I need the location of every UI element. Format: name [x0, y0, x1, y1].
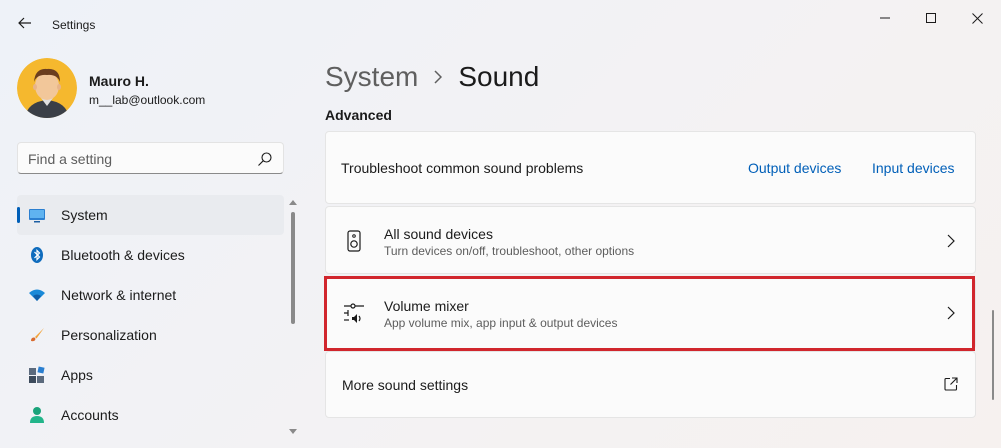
avatar[interactable]: [17, 58, 77, 118]
minimize-icon: [880, 17, 890, 19]
page-title: Sound: [458, 61, 540, 92]
sidebar-item-label: Network & internet: [61, 287, 177, 303]
main-scrollbar[interactable]: [990, 310, 996, 410]
user-email: m__lab@outlook.com: [89, 93, 206, 107]
chevron-right-icon: [947, 234, 955, 248]
sidebar-item-label: Accounts: [61, 407, 119, 423]
more-sound-settings-label: More sound settings: [342, 377, 469, 393]
sidebar-item-network[interactable]: Network & internet: [17, 275, 284, 315]
input-devices-link[interactable]: Input devices: [872, 160, 955, 176]
all-sound-devices-title: All sound devices: [384, 226, 493, 242]
wifi-icon: [29, 289, 45, 301]
sidebar-item-bluetooth[interactable]: Bluetooth & devices: [17, 235, 284, 275]
close-icon: [971, 12, 983, 24]
sidebar-item-label: Apps: [61, 367, 93, 383]
sidebar-item-personalization[interactable]: Personalization: [17, 315, 284, 355]
speaker-icon: [347, 230, 361, 252]
all-sound-devices-subtitle: Turn devices on/off, troubleshoot, other…: [384, 244, 635, 258]
back-arrow-icon: [18, 17, 31, 29]
sidebar-item-apps[interactable]: Apps: [17, 355, 284, 395]
breadcrumb: System Sound: [325, 60, 539, 94]
user-name: Mauro H.: [89, 73, 149, 89]
user-avatar-icon: [17, 58, 77, 118]
brush-icon: [31, 328, 44, 342]
chevron-right-icon: [434, 70, 443, 84]
search-input[interactable]: Find a setting: [28, 151, 112, 167]
scroll-down-icon[interactable]: [289, 429, 297, 434]
troubleshoot-label: Troubleshoot common sound problems: [341, 160, 584, 176]
monitor-icon: [29, 209, 45, 223]
app-title: Settings: [52, 18, 96, 32]
section-title: Advanced: [325, 107, 392, 123]
breadcrumb-parent[interactable]: System: [325, 61, 418, 93]
external-link-icon: [944, 377, 958, 391]
maximize-icon: [926, 13, 936, 23]
sidebar-item-label: Bluetooth & devices: [61, 247, 185, 263]
person-icon: [30, 407, 44, 423]
close-button[interactable]: [962, 8, 992, 28]
sidebar-item-label: System: [61, 207, 108, 223]
scrollbar-thumb[interactable]: [992, 310, 994, 400]
apps-icon: [29, 366, 45, 383]
sidebar-item-accounts[interactable]: Accounts: [17, 395, 284, 435]
sidebar-nav: System Bluetooth & devices Network & int…: [17, 195, 284, 435]
maximize-button[interactable]: [916, 8, 946, 28]
search-box[interactable]: Find a setting: [17, 142, 284, 174]
output-devices-link[interactable]: Output devices: [748, 160, 841, 176]
sidebar-item-system[interactable]: System: [17, 195, 284, 235]
sidebar-item-label: Personalization: [61, 327, 157, 343]
minimize-button[interactable]: [870, 8, 900, 28]
active-indicator: [17, 207, 20, 223]
bluetooth-icon: [31, 247, 43, 263]
back-button[interactable]: [12, 10, 38, 36]
highlight-box: [324, 276, 975, 351]
scroll-up-icon[interactable]: [289, 200, 297, 205]
title-bar: Settings: [0, 0, 1001, 48]
sidebar-scrollbar[interactable]: [288, 198, 298, 436]
scrollbar-thumb[interactable]: [291, 212, 295, 324]
search-icon: [258, 152, 272, 166]
